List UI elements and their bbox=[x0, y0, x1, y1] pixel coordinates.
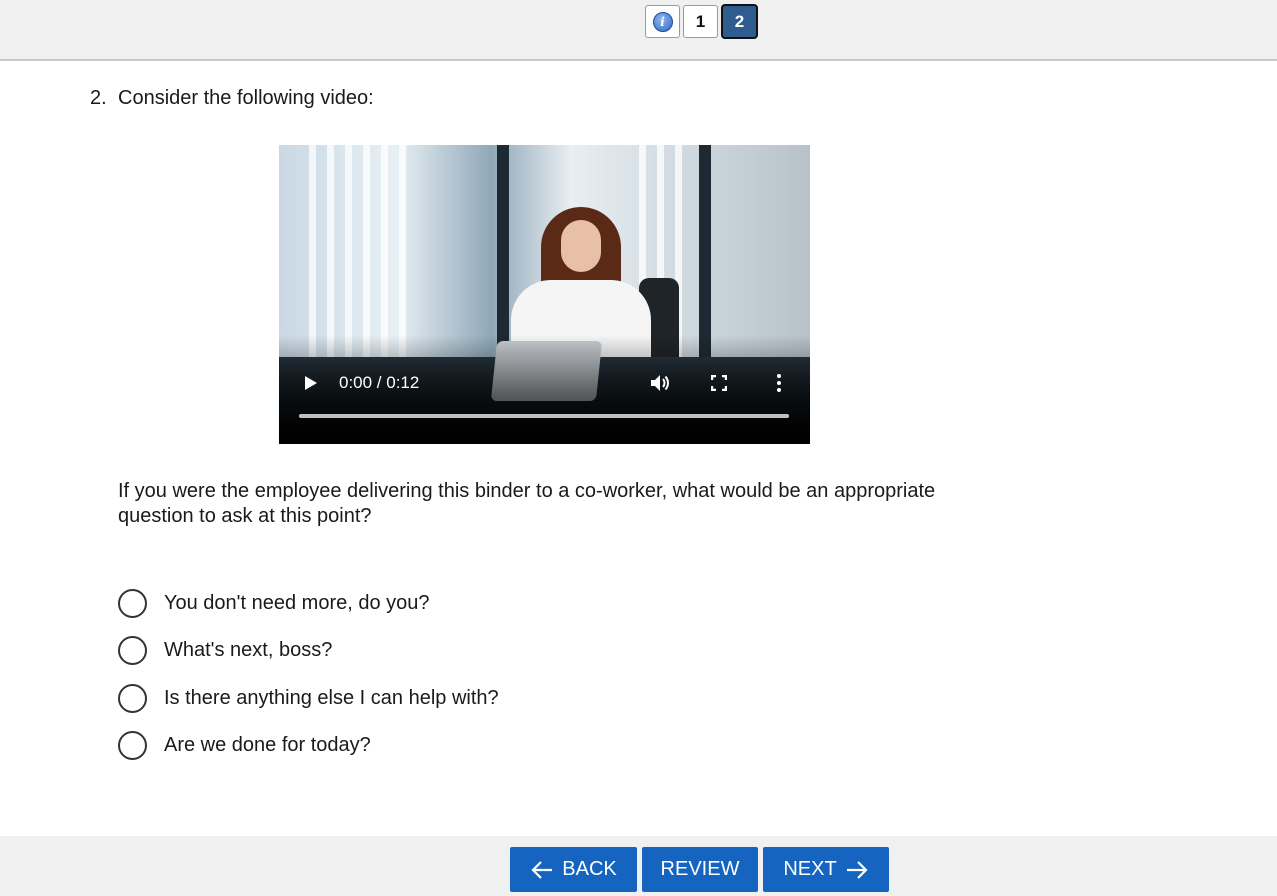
answer-option[interactable]: What's next, boss? bbox=[118, 627, 499, 674]
video-player[interactable]: 0:00 / 0:12 bbox=[279, 145, 810, 444]
answer-option[interactable]: Are we done for today? bbox=[118, 722, 499, 769]
review-button[interactable]: REVIEW bbox=[642, 847, 758, 892]
page-1-button[interactable]: 1 bbox=[683, 5, 718, 38]
page-navigator: i 1 2 bbox=[645, 4, 758, 39]
next-button[interactable]: NEXT bbox=[763, 847, 889, 892]
back-button[interactable]: BACK bbox=[510, 847, 637, 892]
answer-option-label: Are we done for today? bbox=[164, 734, 371, 757]
fullscreen-icon[interactable] bbox=[711, 375, 727, 391]
volume-icon[interactable] bbox=[649, 373, 671, 393]
arrow-left-icon bbox=[531, 860, 553, 879]
top-bar: i 1 2 bbox=[0, 0, 1277, 61]
back-button-label: BACK bbox=[562, 858, 617, 880]
radio-button[interactable] bbox=[118, 683, 147, 713]
page-2-button[interactable]: 2 bbox=[721, 4, 758, 39]
answer-option-label: You don't need more, do you? bbox=[164, 592, 430, 615]
more-options-icon[interactable] bbox=[775, 373, 783, 393]
video-time: 0:00 / 0:12 bbox=[339, 373, 420, 392]
question-number: 2. bbox=[90, 87, 107, 109]
question-prompt: Consider the following video: bbox=[118, 87, 374, 109]
info-page-button[interactable]: i bbox=[645, 5, 680, 38]
info-icon: i bbox=[652, 11, 673, 32]
radio-button[interactable] bbox=[118, 731, 147, 761]
review-button-label: REVIEW bbox=[660, 858, 740, 880]
video-controls: 0:00 / 0:12 bbox=[279, 367, 810, 399]
navigation-buttons: BACK REVIEW NEXT bbox=[510, 847, 889, 892]
play-icon[interactable] bbox=[305, 376, 317, 390]
footer-bar: BACK REVIEW NEXT bbox=[0, 836, 1277, 896]
radio-button[interactable] bbox=[118, 636, 147, 666]
radio-button[interactable] bbox=[118, 589, 147, 619]
next-button-label: NEXT bbox=[783, 858, 837, 880]
answer-option-label: What's next, boss? bbox=[164, 639, 333, 662]
question-text: If you were the employee delivering this… bbox=[118, 480, 936, 527]
arrow-right-icon bbox=[846, 860, 868, 879]
answer-option[interactable]: You don't need more, do you? bbox=[118, 580, 499, 627]
answer-options: You don't need more, do you? What's next… bbox=[118, 580, 499, 769]
answer-option-label: Is there anything else I can help with? bbox=[164, 686, 499, 709]
video-progress-bar[interactable] bbox=[299, 414, 789, 418]
answer-option[interactable]: Is there anything else I can help with? bbox=[118, 675, 499, 722]
